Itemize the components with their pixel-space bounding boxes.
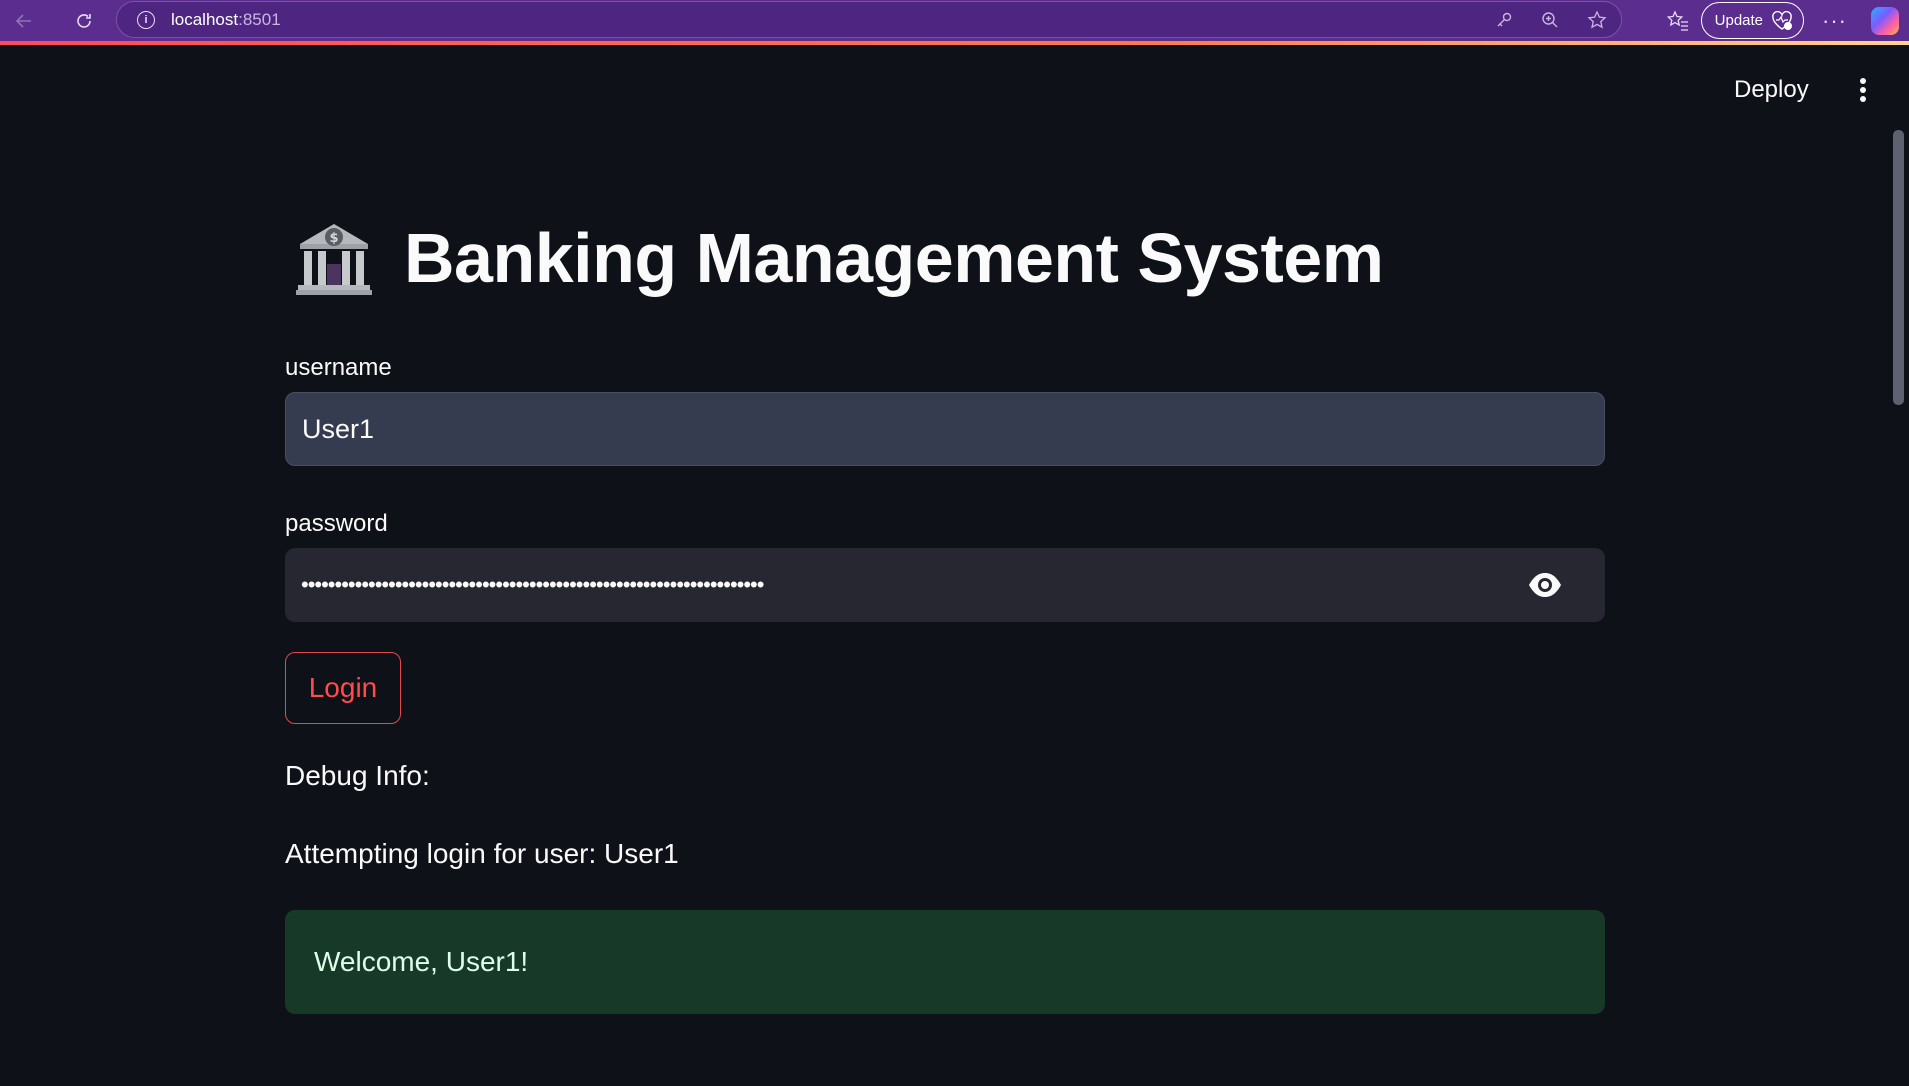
success-message: Welcome, User1!	[314, 946, 529, 977]
back-icon[interactable]	[4, 0, 44, 41]
main-menu-icon[interactable]	[1856, 75, 1870, 105]
url-host: localhost	[171, 9, 239, 29]
page-title: Banking Management System	[404, 219, 1384, 297]
heart-health-icon	[1772, 10, 1793, 30]
password-input[interactable]: ••••••••••••••••••••••••••••••••••••••••…	[285, 548, 1605, 622]
password-label: password	[285, 510, 388, 537]
favorites-list-icon[interactable]	[1666, 9, 1689, 32]
username-value: User1	[302, 413, 375, 444]
login-button[interactable]: Login	[285, 652, 401, 724]
url-port: :8501	[238, 9, 281, 29]
page-title-row: $ Banking Management System	[294, 218, 1384, 298]
show-password-eye-icon[interactable]	[1527, 570, 1563, 600]
svg-text:$: $	[329, 231, 338, 246]
update-label: Update	[1714, 12, 1764, 29]
username-input[interactable]: User1	[285, 392, 1605, 466]
browser-toolbar: i localhost:8501 Update ···	[0, 0, 1909, 41]
zoom-icon[interactable]	[1541, 11, 1559, 29]
username-label: username	[285, 354, 392, 381]
password-value: ••••••••••••••••••••••••••••••••••••••••…	[301, 572, 764, 597]
address-bar[interactable]: i localhost:8501	[116, 1, 1622, 38]
refresh-icon[interactable]	[64, 0, 104, 41]
copilot-icon[interactable]	[1871, 6, 1899, 35]
update-button[interactable]: Update	[1700, 2, 1805, 39]
key-icon[interactable]	[1495, 11, 1513, 29]
debug-attempt-text: Attempting login for user: User1	[285, 838, 679, 869]
bank-icon: $	[296, 224, 372, 295]
favorite-star-icon[interactable]	[1587, 9, 1607, 30]
more-menu-icon[interactable]: ···	[1822, 8, 1847, 34]
scrollbar[interactable]	[1893, 130, 1904, 405]
deploy-button[interactable]: Deploy	[1734, 76, 1809, 104]
debug-heading: Debug Info:	[285, 760, 430, 791]
info-icon[interactable]: i	[137, 10, 155, 29]
success-alert: Welcome, User1!	[285, 910, 1605, 1014]
